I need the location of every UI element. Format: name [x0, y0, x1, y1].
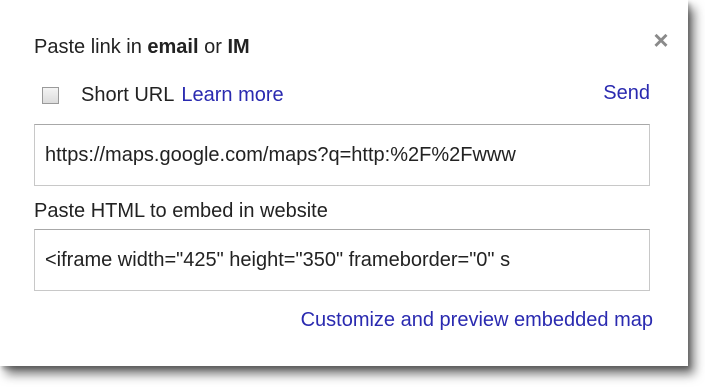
customize-embedded-map-link[interactable]: Customize and preview embedded map — [301, 309, 653, 332]
send-link[interactable]: Send — [603, 82, 650, 105]
short-url-checkbox[interactable] — [42, 86, 59, 104]
short-url-row: Short URL Learn more — [42, 83, 284, 107]
short-url-label: Short URL — [81, 83, 175, 106]
paste-link-label: Paste link in email or IM — [34, 36, 250, 59]
embed-input[interactable] — [35, 230, 649, 290]
learn-more-link[interactable]: Learn more — [181, 84, 283, 107]
paste-link-im: IM — [227, 36, 250, 58]
paste-link-prefix: Paste link in — [34, 36, 148, 58]
link-input[interactable] — [35, 125, 649, 185]
close-icon[interactable]: × — [649, 27, 673, 53]
share-link-panel: Paste link in email or IM × Short URL Le… — [0, 0, 688, 366]
paste-link-email: email — [147, 36, 199, 58]
paste-link-or: or — [198, 36, 228, 58]
embed-html-label: Paste HTML to embed in website — [34, 200, 328, 222]
embed-field[interactable] — [34, 229, 650, 291]
screenshot-stage: Paste link in email or IM × Short URL Le… — [0, 0, 705, 387]
link-field[interactable] — [34, 124, 650, 186]
